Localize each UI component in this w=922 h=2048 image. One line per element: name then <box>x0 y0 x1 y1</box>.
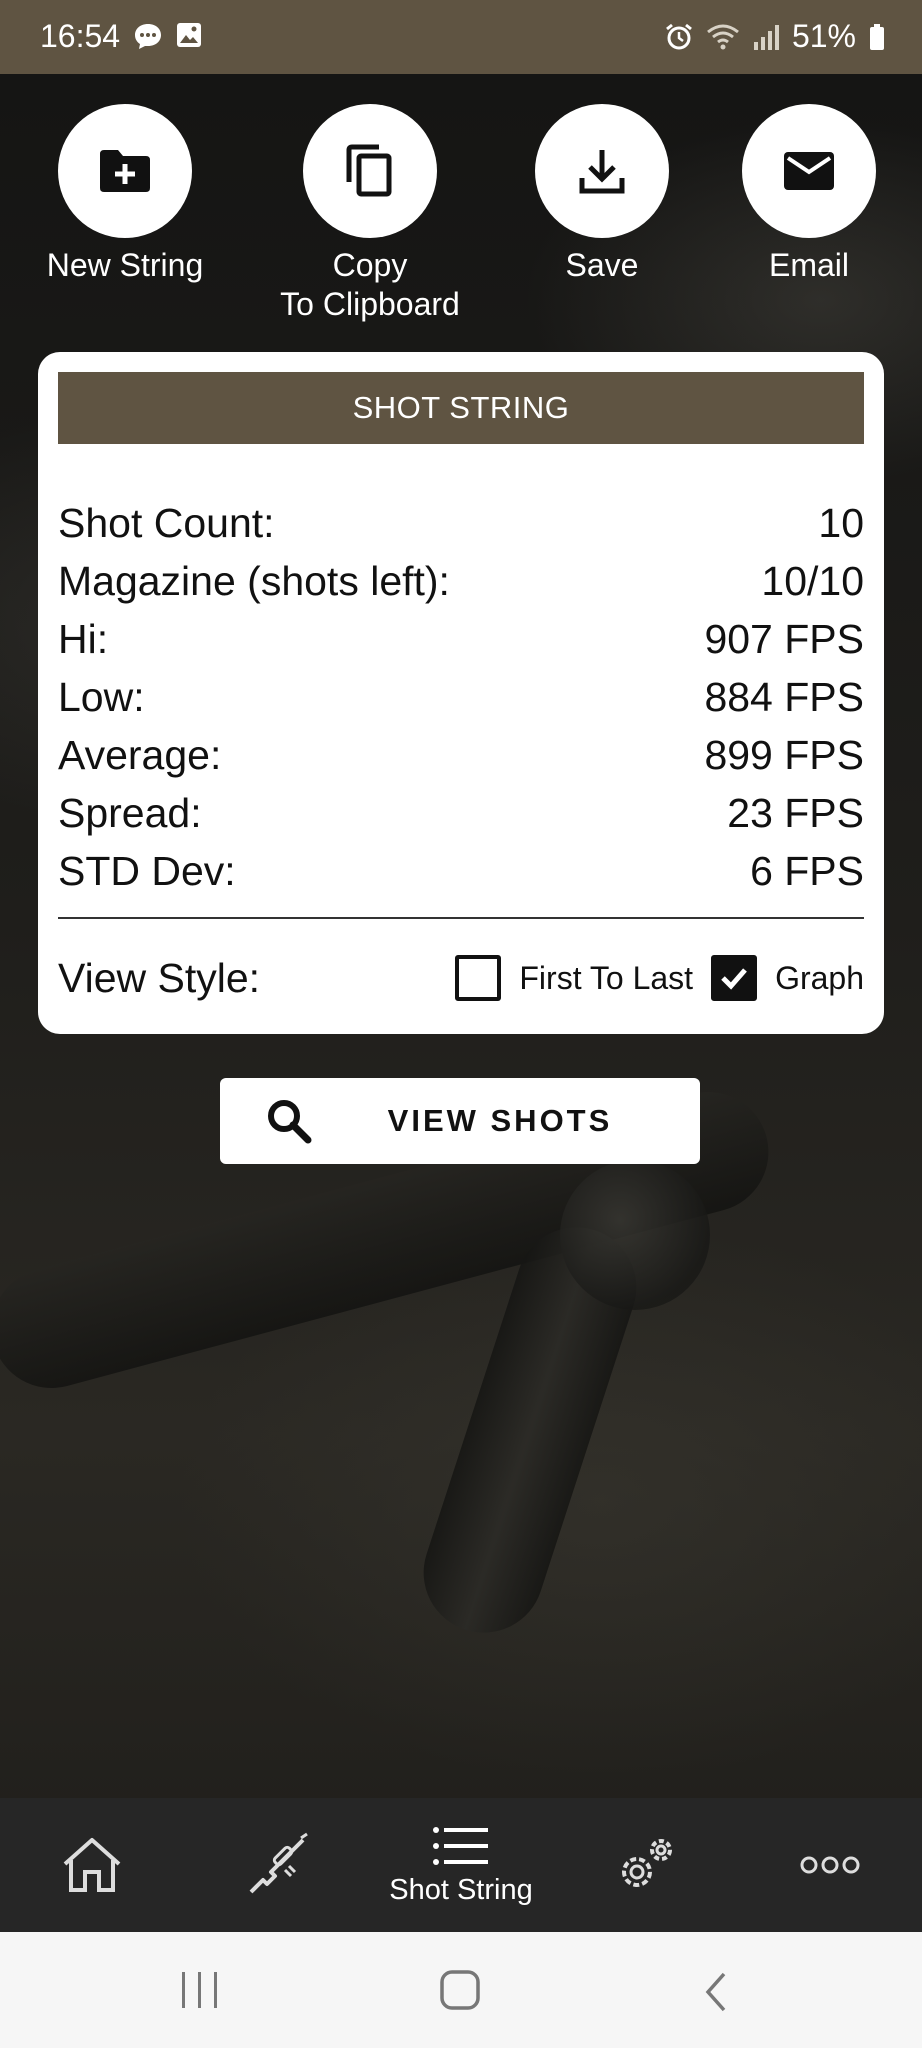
stat-value: 899 FPS <box>704 732 864 778</box>
email-button[interactable] <box>742 104 876 238</box>
stat-row-magazine: Magazine (shots left): 10/10 <box>58 552 864 610</box>
save-button[interactable] <box>535 104 669 238</box>
chat-bubble-icon <box>135 24 161 49</box>
battery-icon <box>870 23 884 50</box>
new-string-button[interactable] <box>58 104 192 238</box>
view-style-label: View Style: <box>58 954 261 1001</box>
status-time: 16:54 <box>40 18 121 54</box>
stat-label: Low: <box>58 674 145 720</box>
stat-row-average: Average: 899 FPS <box>58 726 864 784</box>
home-icon <box>63 1838 121 1892</box>
stat-row-hi: Hi: 907 FPS <box>58 610 864 668</box>
graph-label: Graph <box>775 959 864 996</box>
more-dots-icon <box>800 1856 860 1874</box>
mail-icon <box>784 152 834 190</box>
stat-row-spread: Spread: 23 FPS <box>58 784 864 842</box>
save-action[interactable]: Save <box>502 104 702 285</box>
copy-icon <box>346 144 392 197</box>
view-shots-label: VIEW SHOTS <box>387 1103 613 1138</box>
nav-home[interactable] <box>40 1798 144 1932</box>
save-label: Save <box>565 247 639 283</box>
stat-label: Hi: <box>58 616 109 662</box>
wifi-icon <box>707 24 739 49</box>
graph-option[interactable]: Graph <box>711 955 864 1001</box>
recents-icon[interactable] <box>178 1970 222 2010</box>
stat-value: 884 FPS <box>704 674 864 720</box>
email-action[interactable]: Email <box>709 104 909 285</box>
battery-percent: 51% <box>791 18 856 54</box>
folder-add-icon <box>100 150 150 192</box>
stat-value: 10/10 <box>761 558 864 604</box>
download-icon <box>579 150 625 194</box>
stat-row-low: Low: 884 FPS <box>58 668 864 726</box>
divider <box>58 917 864 919</box>
stat-value: 6 FPS <box>750 848 864 894</box>
first-to-last-label: First To Last <box>519 959 694 996</box>
first-to-last-checkbox[interactable] <box>455 955 502 1001</box>
list-icon <box>433 1826 488 1865</box>
card-title: SHOT STRING <box>58 372 864 444</box>
nav-settings[interactable] <box>594 1798 698 1932</box>
signal-icon <box>753 24 779 50</box>
settings-gears-icon <box>622 1839 672 1887</box>
rifle-icon <box>249 1832 308 1894</box>
nav-shot-string-label: Shot String <box>389 1873 533 1906</box>
back-icon[interactable] <box>700 1970 732 2014</box>
stat-label: STD Dev: <box>58 848 236 894</box>
graph-checkbox[interactable] <box>711 955 758 1001</box>
stat-row-std-dev: STD Dev: 6 FPS <box>58 842 864 900</box>
stat-row-shot-count: Shot Count: 10 <box>58 494 864 552</box>
gallery-icon <box>177 23 201 47</box>
stat-label: Magazine (shots left): <box>58 558 450 604</box>
stat-label: Shot Count: <box>58 500 275 546</box>
nav-shot-string[interactable]: Shot String <box>360 1798 562 1932</box>
stat-label: Spread: <box>58 790 202 836</box>
view-shots-button[interactable]: VIEW SHOTS <box>220 1078 700 1164</box>
stat-label: Average: <box>58 732 222 778</box>
stat-value: 10 <box>818 500 864 546</box>
copy-clipboard-action[interactable]: Copy To Clipboard <box>270 104 470 324</box>
new-string-label: New String <box>46 247 204 283</box>
status-bar: 16:54 51% <box>0 0 922 74</box>
view-style-row: View Style: First To Last Graph <box>58 937 864 1019</box>
system-navigation-bar <box>0 1932 922 2048</box>
bottom-navigation: Shot String <box>0 1798 922 1932</box>
alarm-icon <box>666 23 692 49</box>
first-to-last-option[interactable]: First To Last <box>455 955 693 1001</box>
new-string-action[interactable]: New String <box>25 104 225 285</box>
nav-rifle[interactable] <box>226 1798 330 1932</box>
home-button-icon[interactable] <box>438 1968 482 2012</box>
copy-clipboard-button[interactable] <box>303 104 437 238</box>
checkmark-icon <box>721 968 747 990</box>
stat-value: 23 FPS <box>727 790 864 836</box>
stats-list: Shot Count: 10 Magazine (shots left): 10… <box>58 494 864 900</box>
copy-clipboard-label: Copy To Clipboard <box>280 247 460 322</box>
nav-more[interactable] <box>778 1798 882 1932</box>
stat-value: 907 FPS <box>704 616 864 662</box>
email-label: Email <box>768 247 849 283</box>
shot-string-card: SHOT STRING Shot Count: 10 Magazine (sho… <box>38 352 884 1034</box>
